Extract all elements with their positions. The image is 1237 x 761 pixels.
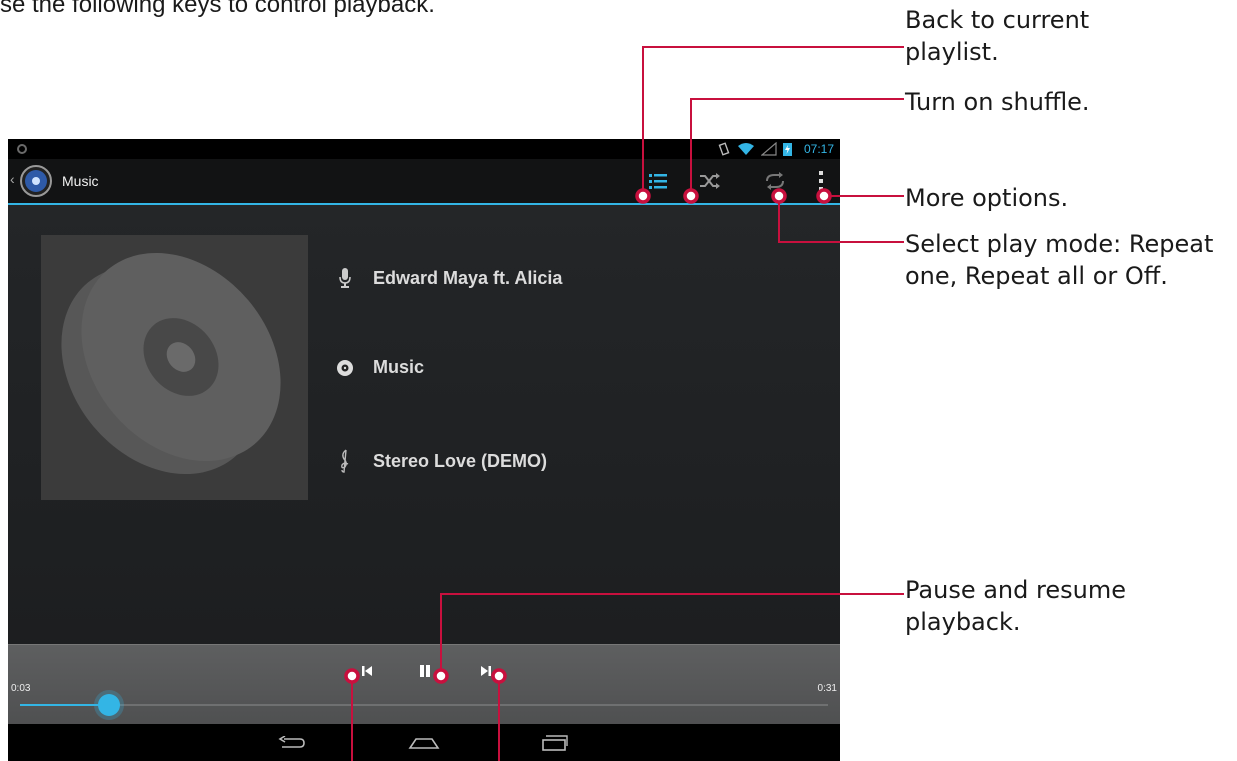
seek-bar-progress [20,704,109,706]
recents-nav-icon [542,735,568,751]
more-options-button[interactable] [801,159,840,203]
song-title: Stereo Love (DEMO) [373,450,548,471]
artist-name: Edward Maya ft. Alicia [373,267,563,288]
navigation-bar [8,724,840,761]
pause-button[interactable] [411,657,439,685]
next-icon [481,666,491,676]
disc-icon [337,359,353,376]
song-row: Stereo Love (DEMO) [334,449,547,473]
callout-pause: Pause and resume playback. [905,576,1126,636]
callout-shuffle: Turn on shuffle. [905,88,1090,116]
app-title: Music [62,173,99,189]
music-player-screen: 07:17 ‹ Music Edward Maya ft. Alicia Mus… [8,139,840,761]
recents-nav-button[interactable] [533,730,577,756]
playback-controls: 0:03 0:31 [8,644,840,725]
notification-icon [17,144,27,154]
wifi-icon [738,143,754,155]
repeat-icon [766,172,784,190]
overflow-icon [819,171,823,191]
microphone-icon [339,268,351,288]
shuffle-icon [700,173,720,189]
signal-icon [761,142,777,156]
playlist-icon [649,174,667,189]
home-nav-button[interactable] [402,730,446,756]
battery-icon [783,143,792,156]
intro-text: se the following keys to control playbac… [0,0,435,18]
seek-bar[interactable] [20,694,828,716]
home-nav-icon [408,738,440,749]
cd-icon [61,252,281,475]
shuffle-button[interactable] [690,159,730,203]
previous-icon [362,666,372,676]
status-bar: 07:17 [8,139,840,159]
album-art [41,235,308,500]
back-nav-button[interactable] [270,730,314,756]
back-nav-icon [278,736,305,748]
next-button[interactable] [472,657,500,685]
repeat-button[interactable] [755,159,795,203]
elapsed-time: 0:03 [11,683,31,694]
up-caret-icon[interactable]: ‹ [10,171,15,187]
treble-clef-icon [341,449,349,473]
playlist-button[interactable] [638,159,678,203]
pause-icon [420,665,430,677]
album-name: Music [373,357,425,377]
action-bar: ‹ Music [8,159,840,205]
total-time: 0:31 [817,683,837,694]
artist-row: Edward Maya ft. Alicia [334,267,562,289]
callout-more: More options. [905,184,1069,212]
callout-playlist: Back to current playlist. [905,6,1090,66]
status-icons [717,140,792,158]
status-time: 07:17 [803,142,834,156]
album-row: Music [334,357,424,378]
music-app-icon[interactable] [20,165,52,197]
previous-button[interactable] [353,657,381,685]
callout-play-mode: Select play mode: Repeat one, Repeat all… [905,230,1214,290]
vibrate-icon [718,142,730,156]
seek-bar-thumb[interactable] [97,694,120,716]
